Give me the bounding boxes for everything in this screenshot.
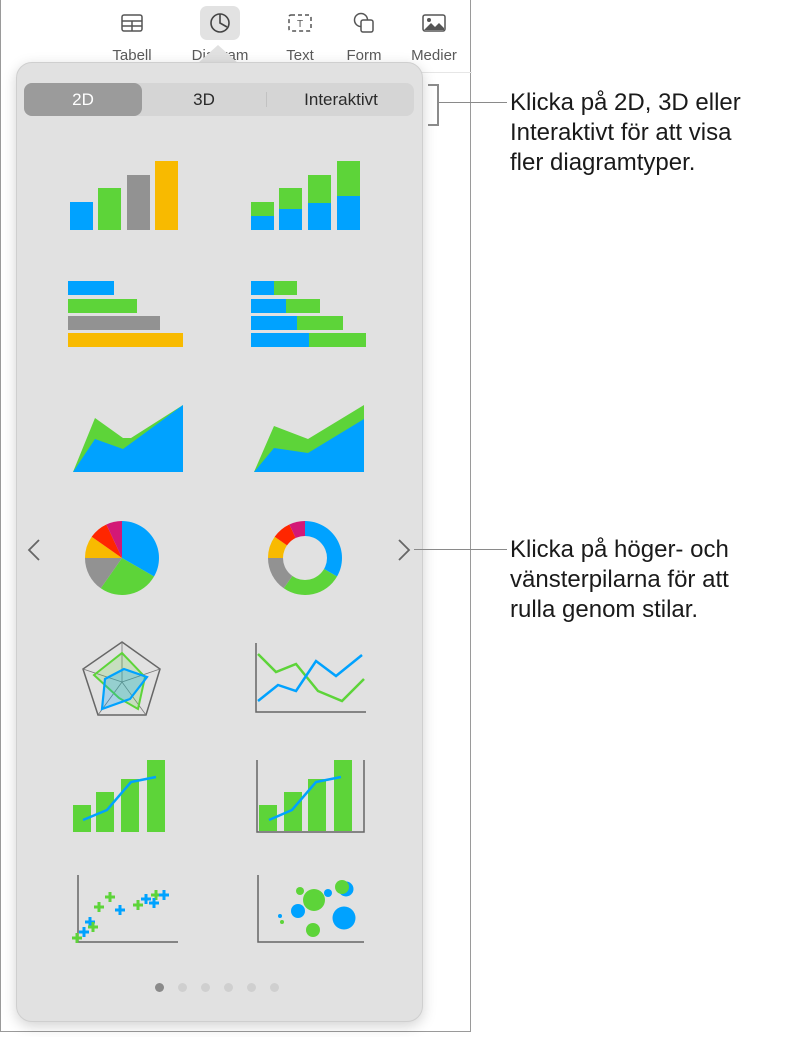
callout-line: Interaktivt för att visa xyxy=(510,119,732,146)
scatter-point xyxy=(159,890,169,900)
segment-2d[interactable]: 2D xyxy=(24,83,142,116)
chart-type-donut[interactable] xyxy=(246,519,366,609)
bar xyxy=(155,161,178,230)
previous-style-button[interactable] xyxy=(22,532,46,568)
page-dot[interactable] xyxy=(224,983,233,992)
segment-3d[interactable]: 3D xyxy=(144,83,264,116)
scatter-point xyxy=(79,927,89,937)
toolbar-item-text[interactable]: T Text xyxy=(265,6,335,64)
divider xyxy=(421,72,472,73)
chart-type-pie[interactable] xyxy=(63,519,183,609)
page-indicator xyxy=(155,983,279,993)
scatter-point xyxy=(105,892,115,902)
chart-type-column[interactable] xyxy=(63,159,183,249)
chart-type-two-axis[interactable] xyxy=(246,757,366,847)
callout-line: Klicka på höger- och xyxy=(510,536,729,563)
chart-type-stacked-column[interactable] xyxy=(246,159,366,249)
toolbar-item-media[interactable]: Medier xyxy=(399,6,469,64)
bar xyxy=(70,202,93,230)
callout-segments: Klicka på 2D, 3D eller Interaktivt för a… xyxy=(510,88,741,178)
page-dot[interactable] xyxy=(155,983,164,992)
text-box-icon: T xyxy=(280,6,320,40)
segment-interactive[interactable]: Interaktivt xyxy=(268,83,414,116)
svg-text:T: T xyxy=(297,19,303,30)
media-icon xyxy=(414,6,454,40)
chart-type-mixed[interactable] xyxy=(63,757,183,847)
chevron-left-icon xyxy=(27,539,40,561)
shape-icon xyxy=(344,6,384,40)
callout-line: rulla genom stilar. xyxy=(510,596,699,623)
chart-type-area[interactable] xyxy=(63,399,183,489)
bar xyxy=(127,175,150,230)
chart-icon xyxy=(200,6,240,40)
callout-leader-line xyxy=(439,102,507,103)
chart-popover: 2D 3D Interaktivt xyxy=(16,62,423,1022)
popover-arrow xyxy=(198,45,238,63)
scatter-point xyxy=(133,900,143,910)
callout-line: fler diagramtyper. xyxy=(510,149,696,176)
page-dot[interactable] xyxy=(201,983,210,992)
toolbar-item-table[interactable]: Tabell xyxy=(97,6,167,64)
chart-type-bar[interactable] xyxy=(63,279,183,369)
callout-line: Klicka på 2D, 3D eller xyxy=(510,89,741,116)
callout-arrows: Klicka på höger- och vänsterpilarna för … xyxy=(510,535,729,625)
toolbar-item-shape[interactable]: Form xyxy=(329,6,399,64)
callout-leader-line xyxy=(414,549,507,550)
chart-type-stacked-bar[interactable] xyxy=(246,279,366,369)
dimension-segmented-control: 2D 3D Interaktivt xyxy=(24,83,414,116)
table-icon xyxy=(112,6,152,40)
callout-bracket xyxy=(428,84,439,126)
page-dot[interactable] xyxy=(247,983,256,992)
chart-type-line[interactable] xyxy=(246,639,366,729)
page-dot[interactable] xyxy=(178,983,187,992)
chart-type-radar[interactable] xyxy=(63,639,183,729)
chart-type-scatter[interactable] xyxy=(63,871,183,961)
chart-type-bubble[interactable] xyxy=(246,871,366,961)
page-dot[interactable] xyxy=(270,983,279,992)
scatter-point xyxy=(115,905,125,915)
chevron-right-icon xyxy=(398,539,411,561)
bar xyxy=(98,188,121,230)
segment-divider xyxy=(266,92,267,107)
chart-type-stacked-area[interactable] xyxy=(246,399,366,489)
callout-line: vänsterpilarna för att xyxy=(510,566,729,593)
scatter-point xyxy=(94,902,104,912)
next-style-button[interactable] xyxy=(392,532,416,568)
